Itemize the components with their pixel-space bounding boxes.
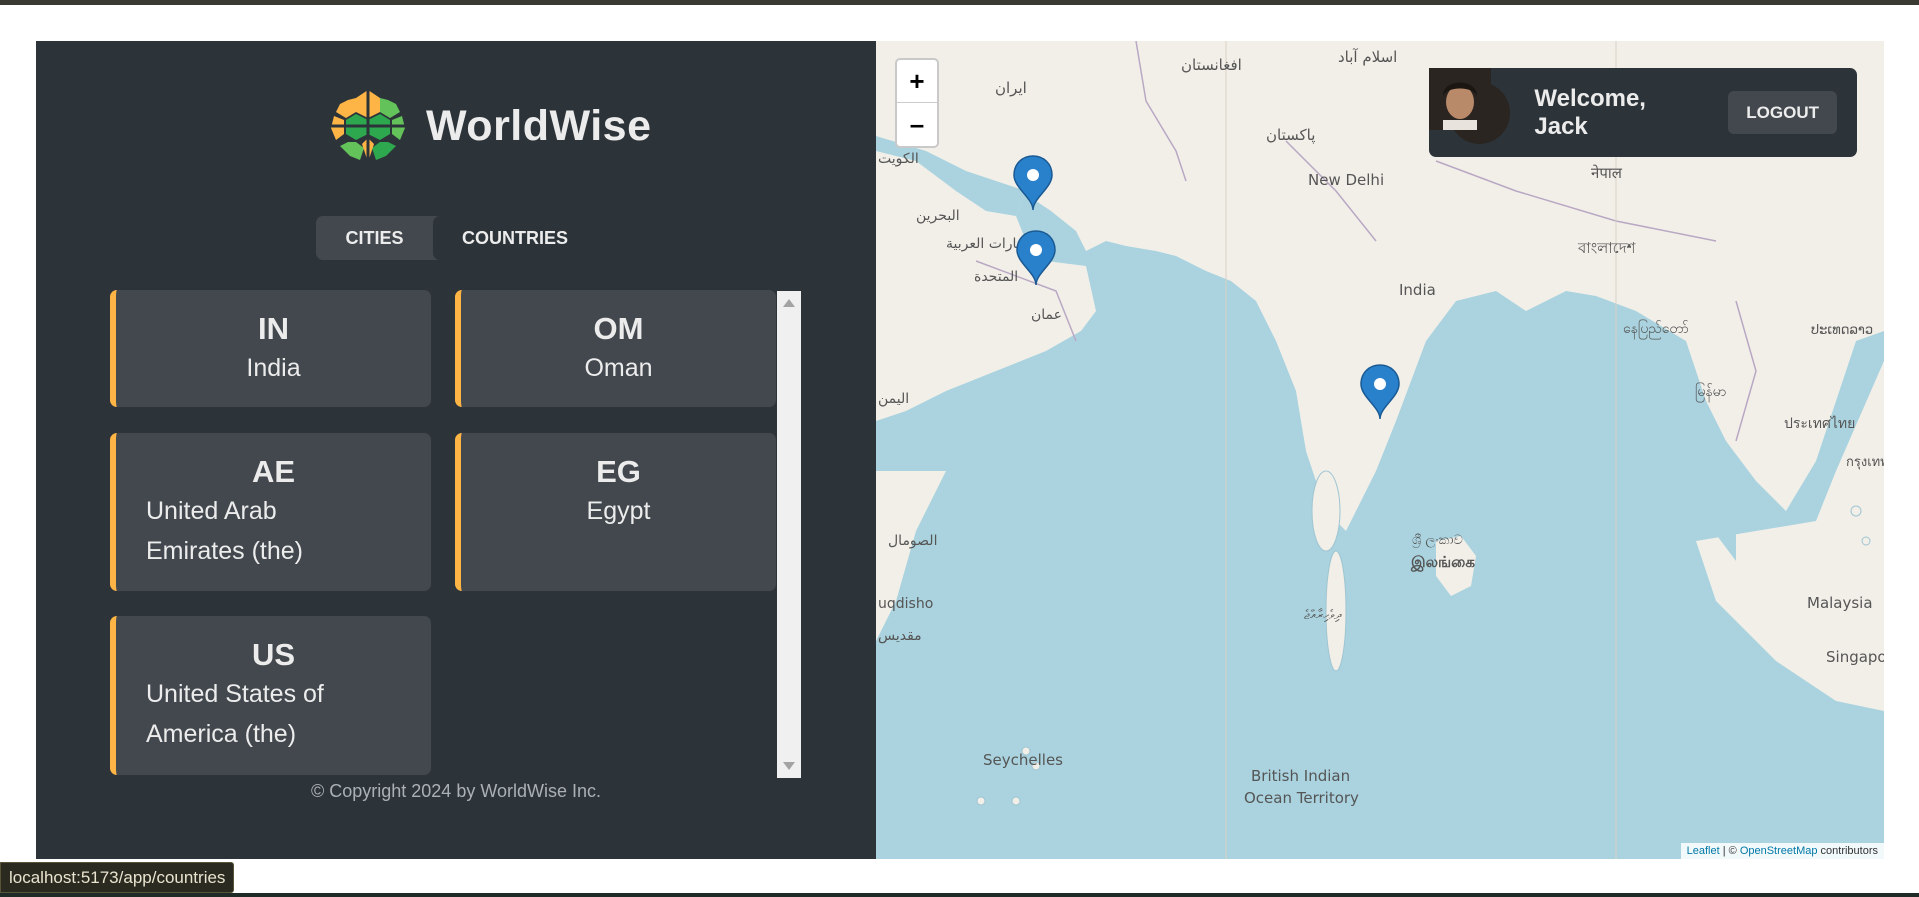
map[interactable]: افغانستان اسلام آباد ایران پاکستان الكوي… bbox=[876, 41, 1884, 859]
browser-status-url: localhost:5173/app/countries bbox=[0, 862, 235, 893]
map-label-kuwait: الكويت bbox=[878, 151, 919, 167]
leaflet-link[interactable]: Leaflet bbox=[1687, 845, 1720, 857]
copyright-text: © Copyright 2024 by WorldWise Inc. bbox=[310, 781, 602, 801]
avatar bbox=[1429, 68, 1511, 144]
zoom-control: + – bbox=[895, 58, 939, 148]
map-label-seychelles: Seychelles bbox=[983, 751, 1063, 769]
map-label-somalia: الصومال bbox=[888, 533, 937, 549]
map-label-mogadishu: uqdisho bbox=[878, 596, 933, 612]
map-label-bangladesh: বাংলাদেশ bbox=[1577, 239, 1637, 257]
map-label-myanmar-2: မြန်မာ bbox=[1695, 383, 1726, 402]
country-name-line2: America (the) bbox=[146, 720, 297, 748]
map-label-bahrain: البحرين bbox=[916, 208, 960, 224]
window-bottom-strip bbox=[0, 893, 1919, 897]
map-tiles[interactable]: افغانستان اسلام آباد ایران پاکستان الكوي… bbox=[876, 41, 1884, 859]
country-code: IN bbox=[258, 311, 289, 346]
tab-countries[interactable]: COUNTRIES bbox=[433, 216, 597, 260]
map-label-srilanka-2: இலங்கை bbox=[1410, 553, 1475, 572]
country-item-ae[interactable]: AE United Arab Emirates (the) bbox=[110, 433, 431, 591]
welcome-text: Welcome, Jack bbox=[1534, 84, 1646, 140]
tab-cities[interactable]: CITIES bbox=[316, 216, 433, 260]
country-item-eg[interactable]: EG Egypt bbox=[455, 433, 776, 591]
user-avatar-icon bbox=[1429, 68, 1491, 130]
map-label-mogadishu-ar: مقديس bbox=[878, 628, 922, 644]
map-label-srilanka: ශ්‍රී ලංකාව bbox=[1412, 533, 1463, 548]
attribution-suffix: contributors bbox=[1817, 845, 1878, 857]
map-label-oman: عمان bbox=[1031, 307, 1062, 323]
map-label-singapore: Singapore bbox=[1826, 648, 1884, 666]
view-tabs: CITIES COUNTRIES bbox=[316, 216, 597, 260]
map-label-new-delhi: New Delhi bbox=[1308, 171, 1384, 189]
country-name: Oman bbox=[584, 354, 653, 382]
map-label-uae-2: المتحدة bbox=[974, 269, 1018, 285]
country-code: AE bbox=[251, 454, 296, 489]
map-attribution: Leaflet | © OpenStreetMap contributors bbox=[1680, 843, 1884, 859]
country-name-line1: United States of bbox=[146, 680, 324, 708]
map-label-islamabad: اسلام آباد bbox=[1338, 48, 1397, 66]
map-label-bangkok: กรุงเทพฯ bbox=[1846, 455, 1884, 470]
map-label-nepal: नेपाल bbox=[1591, 164, 1623, 182]
map-label-pakistan: پاکستان bbox=[1266, 126, 1315, 145]
country-name-line1: United Arab bbox=[146, 497, 277, 525]
globe-logo-icon bbox=[330, 88, 406, 164]
zoom-out-button[interactable]: – bbox=[897, 103, 937, 146]
map-label-biot-1: British Indian bbox=[1251, 767, 1350, 785]
map-label-yemen: اليمن bbox=[878, 391, 909, 407]
map-label-india: India bbox=[1399, 281, 1436, 299]
country-name-line2: Emirates (the) bbox=[146, 537, 303, 565]
app-name: WorldWise bbox=[426, 101, 652, 150]
country-list: IN India OM Oman AE United Arab Emirates… bbox=[110, 290, 802, 778]
sidebar: WorldWise CITIES COUNTRIES IN India OM O… bbox=[36, 41, 876, 859]
attribution-separator: | © bbox=[1719, 845, 1740, 857]
map-label-laos: ປະເທດລາວ bbox=[1811, 323, 1873, 338]
map-label-iran: ایران bbox=[995, 79, 1027, 97]
app-logo[interactable]: WorldWise bbox=[328, 86, 652, 166]
map-label-thailand: ประเทศไทย bbox=[1784, 415, 1855, 432]
country-item-in[interactable]: IN India bbox=[110, 290, 431, 407]
country-code: EG bbox=[596, 454, 641, 489]
country-item-om[interactable]: OM Oman bbox=[455, 290, 776, 407]
osm-link[interactable]: OpenStreetMap bbox=[1740, 845, 1818, 857]
logout-button[interactable]: LOGOUT bbox=[1728, 91, 1837, 134]
zoom-in-button[interactable]: + bbox=[897, 60, 937, 103]
map-label-malaysia: Malaysia bbox=[1807, 594, 1873, 612]
map-label-myanmar: နေပြည်တော် bbox=[1623, 320, 1689, 339]
map-label-biot-2: Ocean Territory bbox=[1244, 789, 1359, 807]
country-code: OM bbox=[593, 311, 644, 346]
user-panel: Welcome, Jack LOGOUT bbox=[1429, 68, 1857, 157]
map-label-maldives: ދިވެހިރާއްޖެ bbox=[1304, 608, 1342, 623]
country-item-us[interactable]: US United States of America (the) bbox=[110, 616, 431, 775]
country-name: India bbox=[246, 354, 301, 382]
map-label-afghanistan: افغانستان bbox=[1181, 56, 1242, 74]
country-name: Egypt bbox=[586, 497, 651, 525]
country-code: US bbox=[251, 637, 296, 672]
window-top-border bbox=[0, 0, 1919, 5]
